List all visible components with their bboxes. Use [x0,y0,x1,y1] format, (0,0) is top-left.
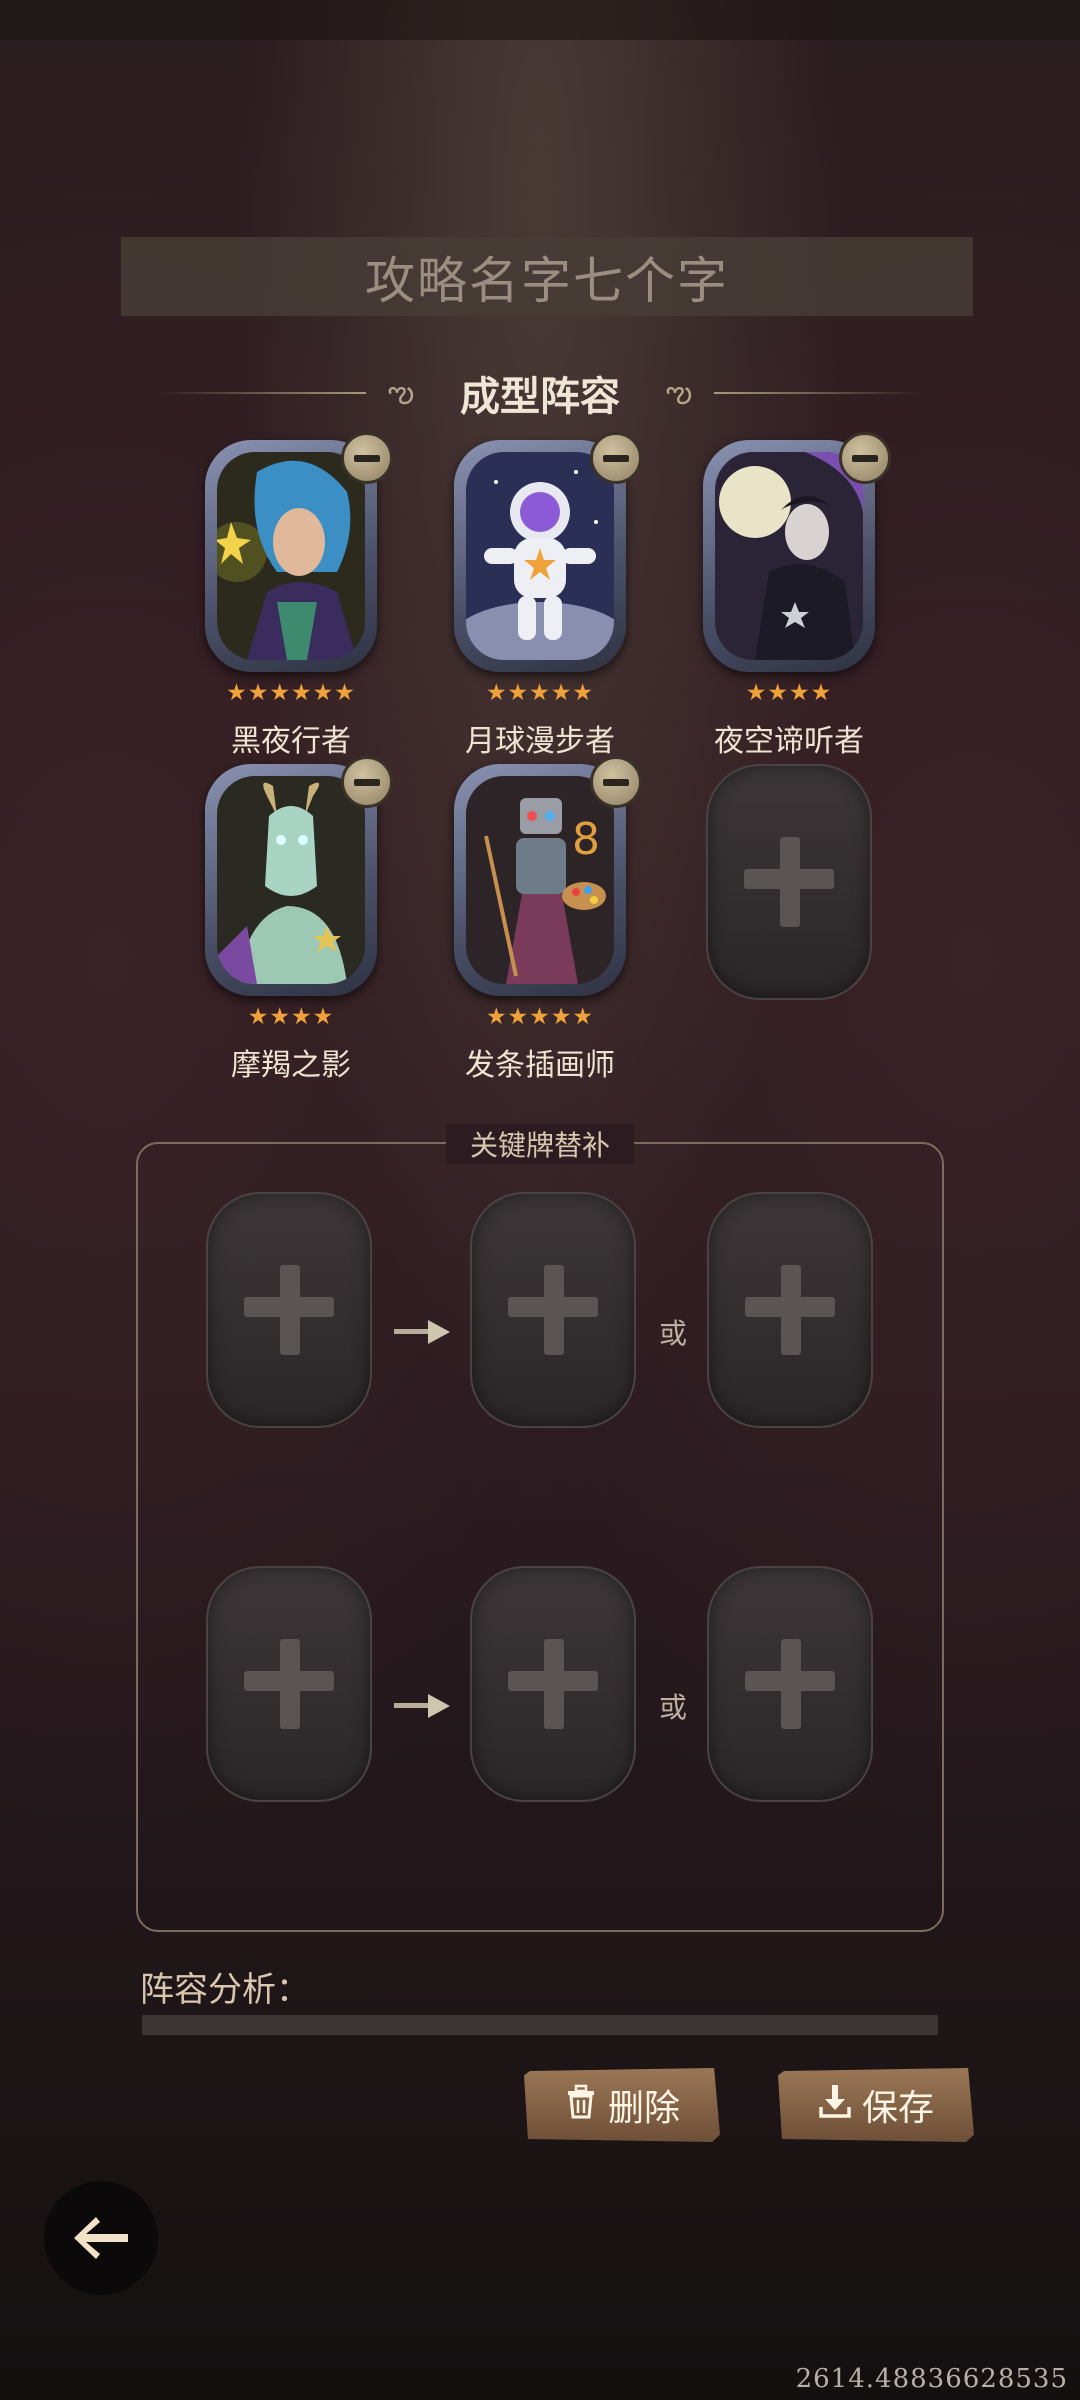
or-label: 或 [659,1317,688,1350]
lineup-title: 成型阵容 [460,374,620,420]
minus-icon [852,454,878,462]
hero-portrait-night-walker [217,452,365,660]
star-rating: ★★★★★ [485,1004,595,1030]
plus-icon [244,1639,334,1729]
delete-label: 删除 [607,2088,680,2129]
guide-title-bar[interactable]: 攻略名字七个字 [121,237,973,316]
substitutes-title: 关键牌替补 [446,1124,634,1164]
arrow-left-icon [74,2217,128,2259]
plus-icon [744,837,834,927]
hero-portrait-capricorn-shadow [217,776,365,984]
save-label: 保存 [861,2088,934,2129]
minus-icon [354,454,380,462]
remove-hero-5-button[interactable] [590,756,642,808]
star-rating: ★★★★★★ [226,680,356,706]
sub-row-1-replacement-slot-1[interactable] [470,1192,636,1428]
add-hero-slot[interactable] [706,764,872,1000]
swirl-ornament-right-icon: ఌ [665,375,693,410]
star-rating: ★★★★ [247,1004,335,1030]
top-band [0,0,1080,40]
analysis-text-field[interactable] [142,2015,938,2035]
plus-icon [508,1265,598,1355]
minus-icon [603,454,629,462]
footer-number: 2614.48836628535 [795,2364,1068,2394]
minus-icon [603,778,629,786]
hero-name-1: 黑夜行者 [231,724,351,759]
analysis-label: 阵容分析： [140,1970,310,2010]
minus-icon [354,778,380,786]
plus-icon [508,1639,598,1729]
hero-card-4[interactable]: ★★★★ 摩羯之影 [205,756,393,1083]
plus-icon [244,1265,334,1355]
save-button[interactable]: 保存 [778,2068,974,2142]
sub-row-2-original-slot[interactable] [206,1566,372,1802]
remove-hero-3-button[interactable] [839,432,891,484]
hero-card-1[interactable]: ★★★★★★ 黑夜行者 [205,432,393,759]
remove-hero-2-button[interactable] [590,432,642,484]
star-rating: ★★★★★ [485,680,595,706]
trash-icon [564,2083,598,2128]
or-label: 或 [659,1691,688,1724]
star-rating: ★★★★ [745,680,833,706]
hero-portrait-night-sky-listener [715,452,863,660]
hero-name-5: 发条插画师 [465,1048,615,1083]
hero-name-4: 摩羯之影 [231,1048,351,1083]
lineup-header: ఌ 成型阵容 ఌ [160,360,920,426]
sub-row-1-replacement-slot-2[interactable] [707,1192,873,1428]
divider-line-right [714,392,920,394]
hero-portrait-moon-walker [466,452,614,660]
sub-row-1-original-slot[interactable] [206,1192,372,1428]
delete-button[interactable]: 删除 [524,2068,720,2142]
hero-portrait-clockwork-illustrator: 8 [466,776,614,984]
back-button[interactable] [44,2181,158,2295]
arrow-right-icon [394,1692,450,1720]
svg-text:8: 8 [572,814,600,865]
guide-title: 攻略名字七个字 [365,251,729,310]
download-icon [818,2083,852,2128]
hero-card-5[interactable]: 8 ★★★★★ 发条插画师 [454,756,642,1083]
hero-name-3: 夜空谛听者 [714,724,864,759]
remove-hero-4-button[interactable] [341,756,393,808]
swirl-ornament-left-icon: ఌ [387,375,415,410]
sub-row-2-replacement-slot-1[interactable] [470,1566,636,1802]
arrow-right-icon [394,1318,450,1346]
sub-row-2-replacement-slot-2[interactable] [707,1566,873,1802]
divider-line-left [160,392,366,394]
hero-name-2: 月球漫步者 [465,724,615,759]
plus-icon [745,1265,835,1355]
hero-card-2[interactable]: ★★★★★ 月球漫步者 [454,432,642,759]
remove-hero-1-button[interactable] [341,432,393,484]
plus-icon [745,1639,835,1729]
hero-card-3[interactable]: ★★★★ 夜空谛听者 [703,432,891,759]
